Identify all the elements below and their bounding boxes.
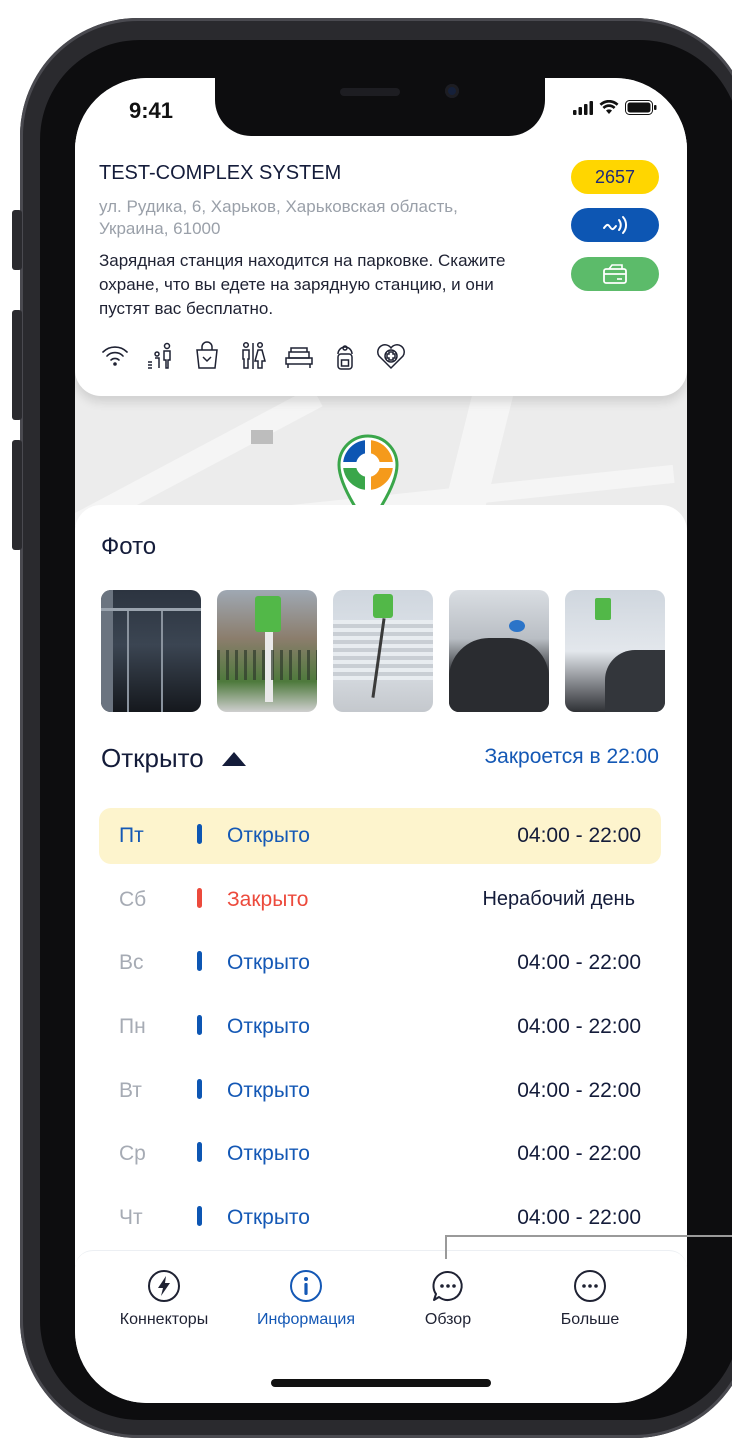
status-icons	[573, 100, 657, 115]
schedule-hours: Нерабочий день	[482, 887, 635, 910]
tab-connectors[interactable]: Коннекторы	[99, 1269, 229, 1329]
open-indicator	[197, 1206, 202, 1227]
photo-thumbnail[interactable]	[217, 590, 317, 712]
nfc-badge[interactable]	[571, 208, 659, 242]
schedule-row: Пн Открыто 04:00 - 22:00	[99, 999, 661, 1055]
schedule-hours: 04:00 - 22:00	[517, 1015, 641, 1039]
schedule-day: Вт	[119, 1078, 142, 1102]
photo-thumbnail[interactable]	[449, 590, 549, 712]
closing-time: Закроется в 22:00	[484, 745, 659, 768]
card-payment-badge[interactable]	[571, 257, 659, 291]
station-address: ул. Рудика, 6, Харьков, Харьковская обла…	[99, 197, 458, 238]
station-title: TEST-COMPLEX SYSTEM	[99, 162, 342, 184]
schedule-row: Вт Открыто 04:00 - 22:00	[99, 1063, 661, 1119]
details-sheet: Фото Открыто Закроется в 22:00 Пт Открыт…	[75, 505, 687, 1265]
info-icon	[290, 1270, 322, 1302]
schedule-day: Ср	[119, 1142, 146, 1166]
schedule-status: Открыто	[227, 951, 310, 975]
open-state-label: Открыто	[101, 743, 204, 773]
mute-switch	[12, 210, 22, 270]
notch	[215, 78, 545, 136]
medical-icon	[377, 344, 405, 370]
tab-label: Больше	[560, 1311, 620, 1328]
annotation-callout-line	[445, 1235, 732, 1259]
schedule-list: Пт Открыто 04:00 - 22:00 Сб Закрыто Нера…	[99, 808, 661, 1254]
tab-more[interactable]: Больше	[525, 1269, 655, 1329]
photo-thumbnail[interactable]	[333, 590, 433, 712]
signal-icon	[573, 100, 593, 115]
nfc-icon	[603, 216, 627, 234]
schedule-hours: 04:00 - 22:00	[517, 951, 641, 975]
open-indicator	[197, 1142, 202, 1163]
schedule-hours: 04:00 - 22:00	[517, 1206, 641, 1230]
amenities-row	[99, 340, 407, 372]
tab-reviews[interactable]: Обзор	[383, 1269, 513, 1329]
battery-icon	[625, 100, 657, 115]
wifi-status-icon	[599, 100, 619, 114]
chat-icon	[432, 1270, 463, 1301]
caret-up-icon	[221, 751, 246, 766]
open-indicator	[197, 1078, 202, 1099]
restroom-icon	[242, 341, 266, 369]
wifi-icon	[102, 346, 128, 366]
more-icon	[574, 1270, 606, 1302]
schedule-status: Открыто	[227, 1078, 310, 1102]
schedule-row: Сб Закрыто Нерабочий день	[99, 872, 661, 928]
photo-thumbnail[interactable]	[101, 590, 201, 712]
schedule-day: Вс	[119, 951, 144, 975]
station-note: Зарядная станция находится на парковке. …	[99, 251, 506, 318]
schedule-day: Пт	[119, 824, 144, 847]
schedule-hours: 04:00 - 22:00	[517, 1142, 641, 1166]
photos-carousel[interactable]	[101, 590, 665, 712]
shop-icon	[196, 341, 218, 369]
tab-label: Коннекторы	[119, 1311, 209, 1328]
open-indicator	[197, 824, 202, 844]
photo-thumbnail[interactable]	[565, 590, 665, 712]
open-indicator	[197, 951, 202, 972]
open-indicator	[197, 1015, 202, 1036]
map-building	[251, 430, 273, 444]
station-info-card: TEST-COMPLEX SYSTEM ул. Рудика, 6, Харьк…	[75, 138, 687, 396]
home-indicator[interactable]	[271, 1379, 491, 1387]
photos-title: Фото	[101, 533, 157, 560]
schedule-row: Вс Открыто 04:00 - 22:00	[99, 935, 661, 991]
speaker-grille	[340, 88, 400, 96]
schedule-status: Открыто	[227, 1206, 310, 1230]
open-state-toggle[interactable]: Открыто	[101, 743, 246, 774]
schedule-row: Ср Открыто 04:00 - 22:00	[99, 1126, 661, 1182]
tab-label: Обзор	[424, 1311, 472, 1328]
schedule-status: Закрыто	[227, 887, 309, 911]
station-id-badge[interactable]: 2657	[571, 160, 659, 194]
volume-up-button	[12, 310, 22, 420]
parking-tag-icon	[337, 345, 353, 370]
schedule-status: Открыто	[227, 824, 310, 847]
schedule-hours: 04:00 - 22:00	[517, 1078, 641, 1102]
volume-down-button	[12, 440, 22, 550]
schedule-row: Пт Открыто 04:00 - 22:00	[99, 808, 661, 864]
schedule-day: Пн	[119, 1015, 146, 1039]
schedule-hours: 04:00 - 22:00	[517, 824, 641, 847]
tab-label: Информация	[257, 1311, 355, 1328]
tab-information[interactable]: Информация	[241, 1269, 371, 1329]
front-camera	[445, 84, 459, 98]
family-icon	[148, 342, 171, 369]
closed-indicator	[197, 887, 202, 908]
status-time: 9:41	[129, 98, 174, 123]
bottom-tab-bar: Коннекторы Информация Обзор Больше	[75, 1250, 687, 1403]
schedule-status: Открыто	[227, 1015, 310, 1039]
schedule-day: Сб	[119, 887, 147, 911]
credit-card-icon	[603, 264, 627, 284]
app-screen: 9:41 TEST-COMPLEX SYSTEM ул. Рудика, 6, …	[75, 78, 687, 1403]
schedule-day: Чт	[119, 1206, 143, 1230]
lightning-icon	[148, 1270, 180, 1302]
hotel-icon	[285, 347, 313, 368]
schedule-status: Открыто	[227, 1142, 310, 1166]
